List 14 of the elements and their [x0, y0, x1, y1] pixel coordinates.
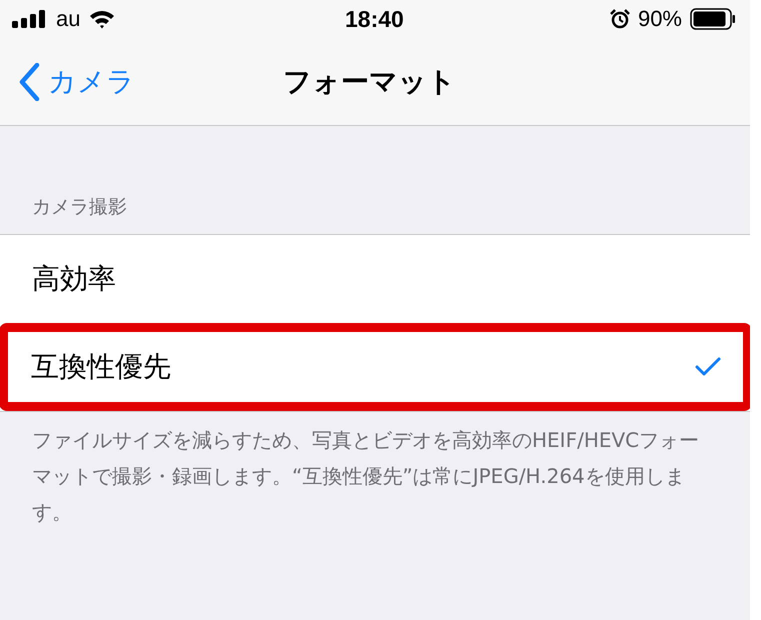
- checkmark-icon: [695, 357, 721, 377]
- back-button[interactable]: カメラ: [0, 62, 135, 100]
- section-footer: ファイルサイズを減らすため、写真とビデオを高効率のHEIF/HEVCフォーマットで撮影・録画します。“互換性優先”は常にJPEG/H.264を使用します。: [0, 422, 750, 530]
- battery-icon: [690, 8, 736, 30]
- section-header: カメラ撮影: [31, 195, 128, 220]
- carrier-label: au: [56, 6, 80, 32]
- alarm-icon: [610, 9, 630, 29]
- back-chevron-icon: [18, 62, 40, 100]
- clock-time: 18:40: [345, 6, 404, 32]
- option-row[interactable]: 互換性優先: [0, 323, 750, 411]
- battery-percent: 90%: [638, 6, 682, 32]
- signal-icon: [12, 10, 48, 28]
- nav-title: フォーマット: [283, 64, 456, 100]
- wifi-icon: [88, 9, 116, 29]
